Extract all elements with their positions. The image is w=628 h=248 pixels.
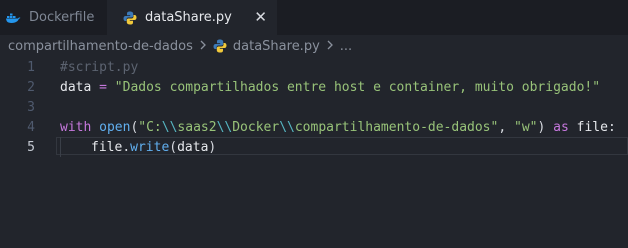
- close-icon[interactable]: ✕: [254, 9, 267, 25]
- variable-token: data: [60, 79, 92, 95]
- variable-token: data: [177, 139, 209, 155]
- function-token: open: [99, 119, 131, 135]
- string-token: "Dados compartilhados entre host e conta…: [114, 79, 601, 95]
- variable-token: file: [576, 119, 608, 135]
- comment-token: #script.py: [60, 59, 139, 75]
- code-line-2[interactable]: 2 data = "Dados compartilhados entre hos…: [0, 77, 628, 97]
- python-icon: [213, 39, 227, 53]
- code-line-3[interactable]: 3: [0, 97, 628, 117]
- string-token: saas2: [177, 119, 217, 135]
- code-editor[interactable]: 1 #script.py 2 data = "Dados compartilha…: [0, 57, 628, 248]
- comma-token: ,: [498, 119, 514, 135]
- colon-token: :: [607, 119, 616, 135]
- code-text: file.write(data): [91, 140, 216, 155]
- dot-token: .: [122, 139, 131, 155]
- code-text: data = "Dados compartilhados entre host …: [60, 80, 600, 95]
- line-number: 2: [27, 79, 35, 95]
- tab-dockerfile[interactable]: Dockerfile: [0, 0, 107, 35]
- keyword-token: with: [60, 119, 92, 135]
- tab-bar: Dockerfile dataShare.py ✕: [0, 0, 628, 35]
- tab-datashare[interactable]: dataShare.py ✕: [107, 0, 277, 35]
- paren-token: ): [208, 139, 217, 155]
- escape-token: \\: [279, 119, 295, 135]
- breadcrumb-more[interactable]: ...: [340, 39, 352, 54]
- code-line-5[interactable]: 5 file.write(data): [0, 137, 628, 157]
- code-line-1[interactable]: 1 #script.py: [0, 57, 628, 77]
- line-number: 4: [27, 119, 35, 135]
- string-token: "C:: [138, 119, 162, 135]
- docker-icon: [5, 12, 21, 24]
- keyword-token: as: [545, 119, 577, 135]
- breadcrumb-file[interactable]: dataShare.py: [233, 39, 320, 54]
- chevron-right-icon: [199, 39, 207, 53]
- line-number: 3: [27, 99, 35, 115]
- function-token: write: [130, 139, 170, 155]
- line-number: 5: [27, 139, 35, 155]
- indent-guide: [60, 137, 61, 157]
- tab-dockerfile-label: Dockerfile: [29, 10, 95, 25]
- chevron-right-icon: [326, 39, 334, 53]
- string-token: "w": [514, 119, 538, 135]
- string-token: Docker: [232, 119, 280, 135]
- tab-datashare-label: dataShare.py: [145, 10, 232, 25]
- paren-token: (: [169, 139, 178, 155]
- escape-token: \\: [161, 119, 178, 135]
- escape-token: \\: [216, 119, 233, 135]
- string-token: compartilhamento-de-dados": [294, 119, 499, 135]
- code-text: with open("C:\\saas2\\Docker\\compartilh…: [60, 120, 616, 135]
- code-text: #script.py: [60, 60, 138, 75]
- code-line-4[interactable]: 4 with open("C:\\saas2\\Docker\\comparti…: [0, 117, 628, 137]
- operator-token: =: [91, 79, 115, 95]
- breadcrumb: compartilhamento-de-dados dataShare.py .…: [0, 35, 628, 57]
- line-number: 1: [27, 59, 35, 75]
- python-icon: [123, 11, 137, 25]
- breadcrumb-folder[interactable]: compartilhamento-de-dados: [8, 39, 193, 54]
- variable-token: file: [91, 139, 123, 155]
